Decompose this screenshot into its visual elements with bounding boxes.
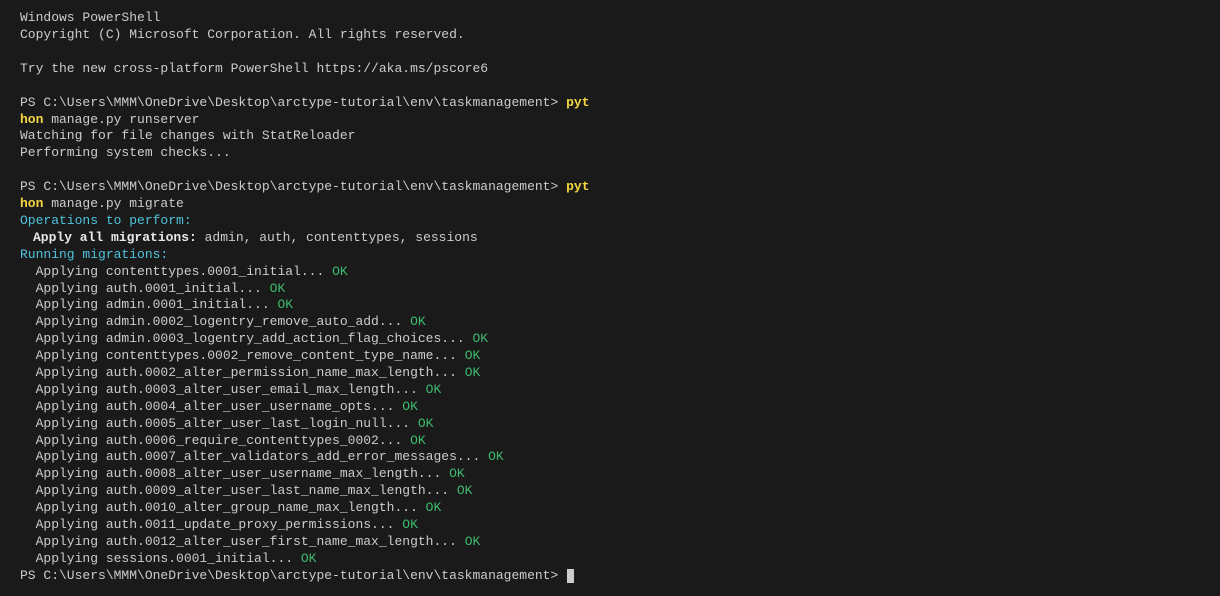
terminal-output[interactable]: Windows PowerShell Copyright (C) Microso… <box>20 10 1200 585</box>
migration-line: Applying auth.0007_alter_validators_add_… <box>20 449 1200 466</box>
status-ok: OK <box>301 551 317 566</box>
migration-text: Applying admin.0003_logentry_add_action_… <box>20 331 472 346</box>
migration-line: Applying auth.0009_alter_user_last_name_… <box>20 483 1200 500</box>
migration-line: Applying auth.0005_alter_user_last_login… <box>20 416 1200 433</box>
prompt-line-3[interactable]: PS C:\Users\MMM\OneDrive\Desktop\arctype… <box>20 568 1200 585</box>
prompt-path: PS C:\Users\MMM\OneDrive\Desktop\arctype… <box>20 95 558 110</box>
status-ok: OK <box>465 534 481 549</box>
migration-text: Applying auth.0004_alter_user_username_o… <box>20 399 402 414</box>
migration-line: Applying auth.0003_alter_user_email_max_… <box>20 382 1200 399</box>
status-ok: OK <box>332 264 348 279</box>
migration-text: Applying contenttypes.0001_initial... <box>20 264 332 279</box>
status-ok: OK <box>418 416 434 431</box>
status-ok: OK <box>410 314 426 329</box>
migrations-list: Applying contenttypes.0001_initial... OK… <box>20 264 1200 568</box>
migration-text: Applying admin.0001_initial... <box>20 297 277 312</box>
blank-line <box>20 78 1200 95</box>
migration-line: Applying auth.0010_alter_group_name_max_… <box>20 500 1200 517</box>
migration-text: Applying contenttypes.0002_remove_conten… <box>20 348 465 363</box>
migration-line: Applying auth.0011_update_proxy_permissi… <box>20 517 1200 534</box>
status-ok: OK <box>426 382 442 397</box>
migration-text: Applying auth.0007_alter_validators_add_… <box>20 449 488 464</box>
status-ok: OK <box>465 365 481 380</box>
status-ok: OK <box>402 399 418 414</box>
migration-text: Applying auth.0003_alter_user_email_max_… <box>20 382 426 397</box>
status-ok: OK <box>449 466 465 481</box>
status-ok: OK <box>270 281 286 296</box>
prompt-line-2: PS C:\Users\MMM\OneDrive\Desktop\arctype… <box>20 179 1200 196</box>
migration-text: Applying auth.0005_alter_user_last_login… <box>20 416 418 431</box>
apply-all-line: Apply all migrations: admin, auth, conte… <box>20 230 1200 247</box>
migration-line: Applying auth.0006_require_contenttypes_… <box>20 433 1200 450</box>
cursor-icon <box>567 569 574 583</box>
migration-line: Applying auth.0008_alter_user_username_m… <box>20 466 1200 483</box>
migration-line: Applying contenttypes.0002_remove_conten… <box>20 348 1200 365</box>
output-watching: Watching for file changes with StatReloa… <box>20 128 1200 145</box>
migration-text: Applying auth.0002_alter_permission_name… <box>20 365 465 380</box>
blank-line <box>20 162 1200 179</box>
prompt-line-2b: hon manage.py migrate <box>20 196 1200 213</box>
status-ok: OK <box>488 449 504 464</box>
status-ok: OK <box>472 331 488 346</box>
migration-text: Applying sessions.0001_initial... <box>20 551 301 566</box>
migration-text: Applying auth.0012_alter_user_first_name… <box>20 534 465 549</box>
apply-all-label: Apply all migrations: <box>33 230 197 245</box>
ps-try-new: Try the new cross-platform PowerShell ht… <box>20 61 1200 78</box>
migration-text: Applying auth.0011_update_proxy_permissi… <box>20 517 402 532</box>
operations-header: Operations to perform: <box>20 213 1200 230</box>
running-header: Running migrations: <box>20 247 1200 264</box>
blank-line <box>20 44 1200 61</box>
migration-line: Applying auth.0002_alter_permission_name… <box>20 365 1200 382</box>
prompt-path: PS C:\Users\MMM\OneDrive\Desktop\arctype… <box>20 179 558 194</box>
cmd-python-part1: pyt <box>566 179 589 194</box>
migration-line: Applying sessions.0001_initial... OK <box>20 551 1200 568</box>
migration-line: Applying auth.0012_alter_user_first_name… <box>20 534 1200 551</box>
migration-line: Applying admin.0003_logentry_add_action_… <box>20 331 1200 348</box>
ps-copyright: Copyright (C) Microsoft Corporation. All… <box>20 27 1200 44</box>
status-ok: OK <box>410 433 426 448</box>
migration-text: Applying auth.0010_alter_group_name_max_… <box>20 500 426 515</box>
status-ok: OK <box>402 517 418 532</box>
output-checks: Performing system checks... <box>20 145 1200 162</box>
migration-text: Applying auth.0001_initial... <box>20 281 270 296</box>
migration-line: Applying admin.0001_initial... OK <box>20 297 1200 314</box>
ps-title: Windows PowerShell <box>20 10 1200 27</box>
cmd-python-part2: hon <box>20 112 43 127</box>
migration-text: Applying auth.0006_require_contenttypes_… <box>20 433 410 448</box>
migration-line: Applying admin.0002_logentry_remove_auto… <box>20 314 1200 331</box>
cmd-args-runserver: manage.py runserver <box>43 112 199 127</box>
status-ok: OK <box>457 483 473 498</box>
apply-all-list: admin, auth, contenttypes, sessions <box>197 230 478 245</box>
prompt-line-1: PS C:\Users\MMM\OneDrive\Desktop\arctype… <box>20 95 1200 112</box>
cmd-python-part1: pyt <box>566 95 589 110</box>
cmd-args-migrate: manage.py migrate <box>43 196 183 211</box>
cmd-python-part2: hon <box>20 196 43 211</box>
migration-text: Applying auth.0009_alter_user_last_name_… <box>20 483 457 498</box>
migration-text: Applying auth.0008_alter_user_username_m… <box>20 466 449 481</box>
migration-text: Applying admin.0002_logentry_remove_auto… <box>20 314 410 329</box>
migration-line: Applying auth.0001_initial... OK <box>20 281 1200 298</box>
status-ok: OK <box>465 348 481 363</box>
status-ok: OK <box>426 500 442 515</box>
prompt-path: PS C:\Users\MMM\OneDrive\Desktop\arctype… <box>20 568 558 583</box>
status-ok: OK <box>277 297 293 312</box>
migration-line: Applying auth.0004_alter_user_username_o… <box>20 399 1200 416</box>
prompt-line-1b: hon manage.py runserver <box>20 112 1200 129</box>
migration-line: Applying contenttypes.0001_initial... OK <box>20 264 1200 281</box>
